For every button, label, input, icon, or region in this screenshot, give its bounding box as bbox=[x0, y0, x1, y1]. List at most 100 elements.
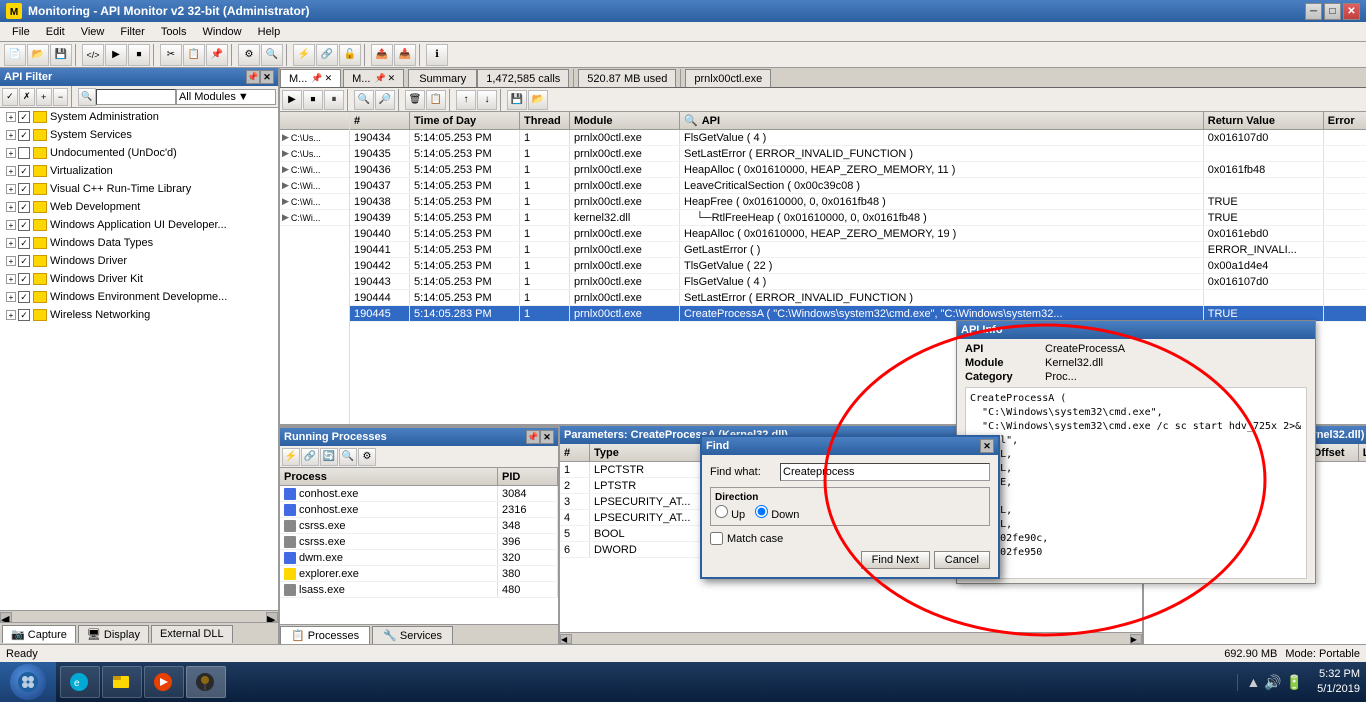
find-close[interactable]: ✕ bbox=[980, 439, 994, 453]
tree-item-windriverkit[interactable]: + Windows Driver Kit bbox=[0, 270, 278, 288]
proc-pin[interactable]: 📌 bbox=[526, 430, 540, 444]
api-row-0[interactable]: 190434 5:14:05.253 PM 1 prnlx00ctl.exe F… bbox=[350, 130, 1366, 146]
monitor-tab-1-close[interactable]: ✕ bbox=[325, 73, 333, 84]
summary-tab[interactable]: Summary bbox=[408, 69, 477, 87]
api-tb-import[interactable]: 📂 bbox=[528, 90, 548, 110]
api-tb-down[interactable]: ↓ bbox=[477, 90, 497, 110]
params-hscroll-right[interactable]: ▶ bbox=[1130, 634, 1142, 644]
tree-item-undoc[interactable]: + Undocumented (UnDoc'd) bbox=[0, 144, 278, 162]
maximize-button[interactable]: □ bbox=[1324, 3, 1341, 20]
proc-row-6[interactable]: lsass.exe 480 bbox=[280, 582, 558, 598]
proc-row-1[interactable]: conhost.exe 2316 bbox=[280, 502, 558, 518]
tree-item-webdev[interactable]: + Web Development bbox=[0, 198, 278, 216]
proc-close[interactable]: ✕ bbox=[540, 430, 554, 444]
proc-tb-filter[interactable]: 🔍 bbox=[339, 448, 357, 466]
hscroll-right[interactable]: ▶ bbox=[266, 612, 278, 622]
proc-tb-settings[interactable]: ⚙ bbox=[358, 448, 376, 466]
cs-col-offset[interactable]: Offset bbox=[1309, 444, 1359, 461]
api-tb-copy[interactable]: 📋 bbox=[426, 90, 446, 110]
tree-expand-3[interactable]: ▶ bbox=[282, 164, 289, 175]
tb-about[interactable]: ℹ bbox=[426, 44, 448, 66]
tb-settings[interactable]: ⚙ bbox=[238, 44, 260, 66]
api-row-2[interactable]: 190436 5:14:05.253 PM 1 prnlx00ctl.exe H… bbox=[350, 162, 1366, 178]
api-filter-pin[interactable]: 📌 bbox=[246, 70, 260, 84]
tree-item-sysadmin[interactable]: + System Administration bbox=[0, 108, 278, 126]
tb-export[interactable]: 📤 bbox=[371, 44, 393, 66]
tab-external-dll[interactable]: External DLL bbox=[151, 625, 233, 643]
checkbox-virt[interactable] bbox=[18, 165, 30, 177]
col-module[interactable]: Module bbox=[570, 112, 680, 129]
proc-tb-detach[interactable]: 🔗 bbox=[301, 448, 319, 466]
tree-item-wireless[interactable]: + Wireless Networking bbox=[0, 306, 278, 324]
menu-help[interactable]: Help bbox=[250, 24, 289, 40]
monitor-tab-2[interactable]: M... 📌 ✕ bbox=[343, 69, 404, 87]
tree-item-sysservices[interactable]: + System Services bbox=[0, 126, 278, 144]
checkbox-windriver[interactable] bbox=[18, 255, 30, 267]
find-down-label[interactable]: Down bbox=[755, 505, 799, 521]
tb-code[interactable]: </> bbox=[82, 44, 104, 66]
filter-check-all[interactable]: ✓ bbox=[2, 88, 18, 106]
api-tb-up[interactable]: ↑ bbox=[456, 90, 476, 110]
tree-row-2[interactable]: ▶ C:\Us... bbox=[280, 146, 349, 162]
expand-wireless[interactable]: + bbox=[6, 310, 16, 320]
col-error[interactable]: Error bbox=[1324, 112, 1366, 129]
tree-row-3[interactable]: ▶ C:\Wi... bbox=[280, 162, 349, 178]
tree-item-winenvdev[interactable]: + Windows Environment Developme... bbox=[0, 288, 278, 306]
proc-row-0[interactable]: conhost.exe 3084 bbox=[280, 486, 558, 502]
tb-paste[interactable]: 📌 bbox=[206, 44, 228, 66]
api-row-6[interactable]: 190440 5:14:05.253 PM 1 prnlx00ctl.exe H… bbox=[350, 226, 1366, 242]
tree-expand-4[interactable]: ▶ bbox=[282, 180, 289, 191]
tree-item-vcrt[interactable]: + Visual C++ Run-Time Library bbox=[0, 180, 278, 198]
cs-col-location[interactable]: Location bbox=[1359, 444, 1366, 461]
filter-search-icon[interactable]: 🔍 bbox=[78, 88, 96, 106]
tb-run[interactable]: ▶ bbox=[105, 44, 127, 66]
expand-windriver[interactable]: + bbox=[6, 256, 16, 266]
monitor-tab-1-pin[interactable]: 📌 bbox=[311, 73, 322, 84]
params-col-num[interactable]: # bbox=[560, 444, 590, 461]
checkbox-webdev[interactable] bbox=[18, 201, 30, 213]
monitor-tab-2-pin[interactable]: 📌 bbox=[374, 73, 385, 84]
find-cancel-button[interactable]: Cancel bbox=[934, 551, 990, 569]
tree-expand-6[interactable]: ▶ bbox=[282, 212, 289, 223]
col-api[interactable]: 🔍 API bbox=[680, 112, 1204, 129]
process-tab[interactable]: prnlx00ctl.exe bbox=[685, 69, 771, 87]
find-down-radio[interactable] bbox=[755, 505, 768, 518]
tab-display[interactable]: 🖥 Display bbox=[78, 625, 149, 643]
api-row-10[interactable]: 190444 5:14:05.253 PM 1 prnlx00ctl.exe S… bbox=[350, 290, 1366, 306]
filter-search-input[interactable] bbox=[96, 89, 176, 105]
tb-cut[interactable]: ✂ bbox=[160, 44, 182, 66]
tree-row-5[interactable]: ▶ C:\Wi... bbox=[280, 194, 349, 210]
monitor-tab-2-close[interactable]: ✕ bbox=[388, 73, 396, 84]
proc-tb-refresh[interactable]: 🔄 bbox=[320, 448, 338, 466]
filter-expand[interactable]: + bbox=[36, 88, 52, 106]
filter-hscroll[interactable]: ◀ ▶ bbox=[0, 610, 278, 622]
checkbox-winappui[interactable] bbox=[18, 219, 30, 231]
tree-row-4[interactable]: ▶ C:\Wi... bbox=[280, 178, 349, 194]
checkbox-windriverkit[interactable] bbox=[18, 273, 30, 285]
expand-winappui[interactable]: + bbox=[6, 220, 16, 230]
api-tb-filter[interactable]: 🔎 bbox=[375, 90, 395, 110]
params-col-type[interactable]: Type bbox=[590, 444, 710, 461]
proc-col-process[interactable]: Process bbox=[280, 468, 498, 485]
monitor-tab-1[interactable]: M... 📌 ✕ bbox=[280, 69, 341, 87]
taskbar-monitor[interactable] bbox=[186, 666, 226, 698]
tb-attach[interactable]: 🔗 bbox=[316, 44, 338, 66]
checkbox-winenvdev[interactable] bbox=[18, 291, 30, 303]
proc-tab-processes[interactable]: 📋 Processes bbox=[280, 626, 370, 644]
modules-dropdown[interactable]: All Modules ▼ bbox=[176, 89, 276, 105]
find-what-input[interactable] bbox=[780, 463, 990, 481]
menu-edit[interactable]: Edit bbox=[38, 24, 73, 40]
find-up-label[interactable]: Up bbox=[715, 505, 745, 521]
checkbox-sysadmin[interactable] bbox=[18, 111, 30, 123]
expand-windatatypes[interactable]: + bbox=[6, 238, 16, 248]
close-button[interactable]: ✕ bbox=[1343, 3, 1360, 20]
api-row-4[interactable]: 190438 5:14:05.253 PM 1 prnlx00ctl.exe H… bbox=[350, 194, 1366, 210]
find-up-radio[interactable] bbox=[715, 505, 728, 518]
filter-collapse[interactable]: − bbox=[53, 88, 69, 106]
proc-row-4[interactable]: dwm.exe 320 bbox=[280, 550, 558, 566]
col-time[interactable]: Time of Day bbox=[410, 112, 520, 129]
proc-row-5[interactable]: explorer.exe 380 bbox=[280, 566, 558, 582]
api-row-3[interactable]: 190437 5:14:05.253 PM 1 prnlx00ctl.exe L… bbox=[350, 178, 1366, 194]
checkbox-undoc[interactable] bbox=[18, 147, 30, 159]
api-tb-stop[interactable]: ⏹ bbox=[303, 90, 323, 110]
